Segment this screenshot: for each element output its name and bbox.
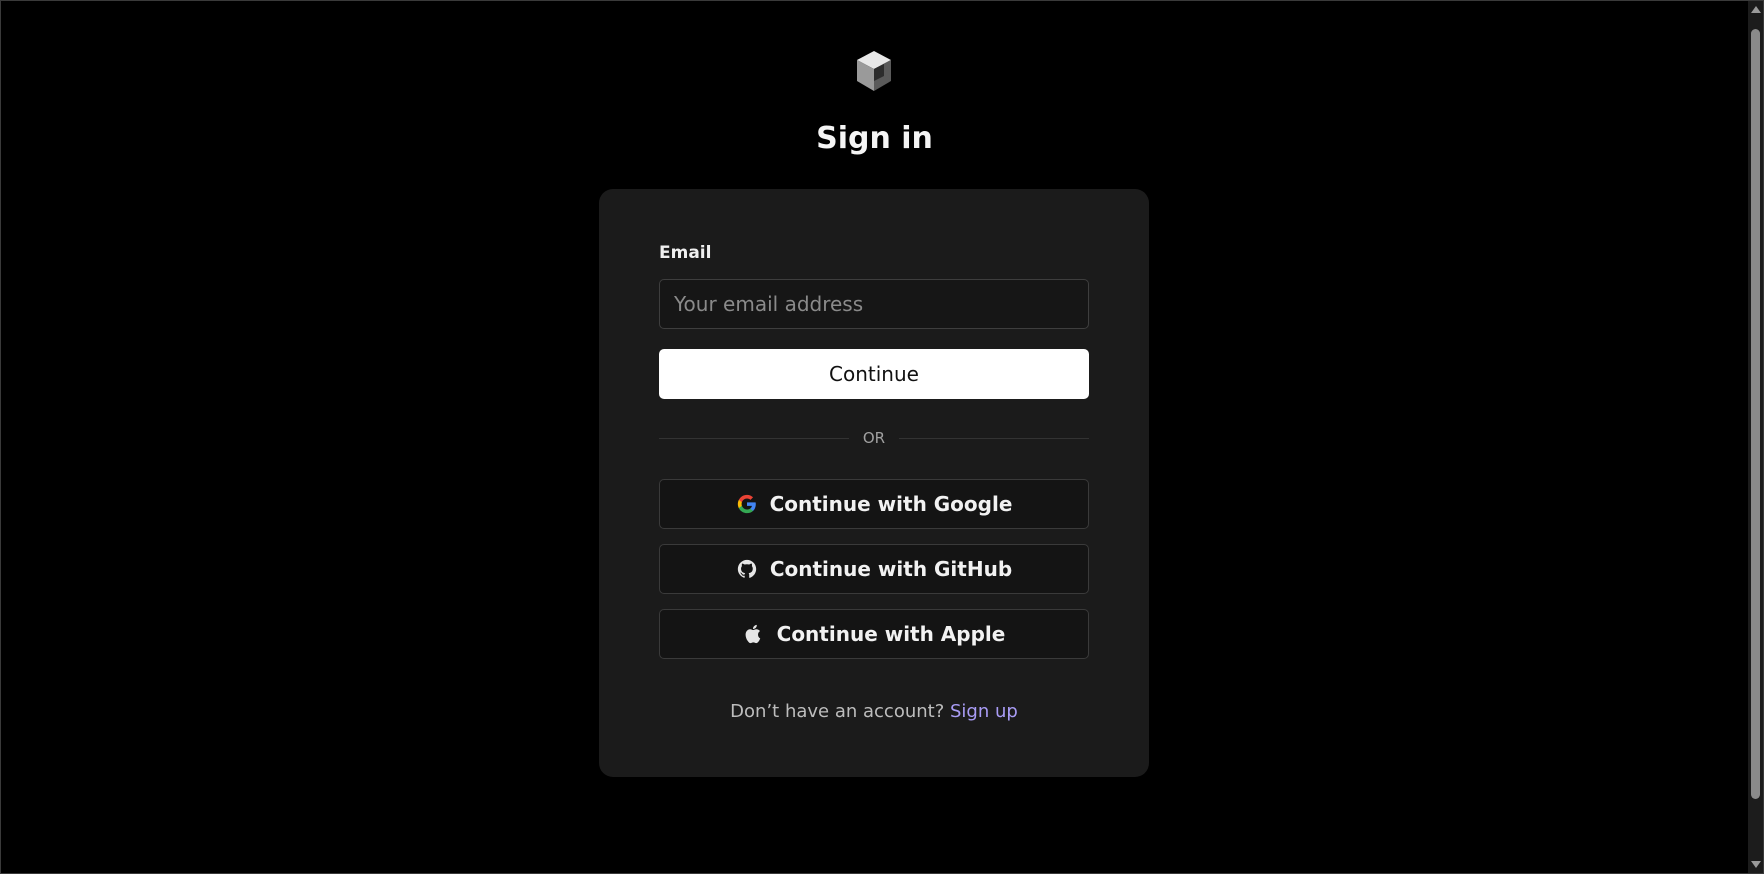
email-input[interactable] (659, 279, 1089, 329)
browser-viewport: Sign in Email Continue OR Continue with … (0, 0, 1764, 874)
continue-button[interactable]: Continue (659, 349, 1089, 399)
divider-line-right (899, 438, 1089, 439)
google-icon (737, 494, 756, 514)
page-title: Sign in (816, 121, 933, 156)
google-button-label: Continue with Google (769, 492, 1013, 516)
email-label: Email (659, 243, 712, 263)
scroll-down-arrow-icon[interactable] (1751, 861, 1761, 868)
github-icon (737, 559, 757, 578)
sign-up-link[interactable]: Sign up (950, 701, 1018, 722)
sign-in-card: Email Continue OR Continue with Google (599, 189, 1149, 777)
continue-with-google-button[interactable]: Continue with Google (659, 479, 1089, 529)
scrollbar-thumb[interactable] (1751, 29, 1760, 799)
apple-button-label: Continue with Apple (776, 622, 1006, 646)
signup-prompt: Don’t have an account? (730, 701, 945, 722)
sign-in-page: Sign in Email Continue OR Continue with … (1, 1, 1748, 873)
github-button-label: Continue with GitHub (769, 557, 1013, 581)
continue-with-github-button[interactable]: Continue with GitHub (659, 544, 1089, 594)
scroll-up-arrow-icon[interactable] (1751, 6, 1761, 13)
cube-logo-icon (857, 51, 891, 91)
or-divider: OR (659, 427, 1089, 449)
signup-row: Don’t have an account? Sign up (599, 701, 1149, 722)
vertical-scrollbar[interactable] (1748, 1, 1763, 873)
apple-icon (745, 624, 760, 644)
continue-with-apple-button[interactable]: Continue with Apple (659, 609, 1089, 659)
